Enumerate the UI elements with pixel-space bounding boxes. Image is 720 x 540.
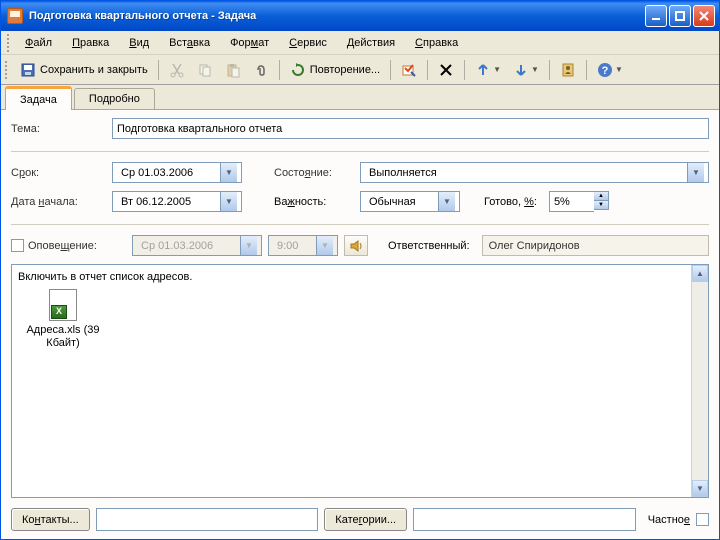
reminder-time-combo: 9:00▼: [268, 235, 338, 256]
priority-combo[interactable]: Обычная▼: [360, 191, 460, 212]
paste-icon: [225, 62, 241, 78]
reminder-label: Оповещение:: [28, 240, 97, 252]
copy-icon: [197, 62, 213, 78]
subject-label: Тема:: [11, 123, 106, 135]
start-date-label: Дата начала:: [11, 196, 106, 208]
toolbar: Сохранить и закрыть Повторение... ▼ ▼ ?▼: [1, 55, 719, 85]
notes-textarea[interactable]: Включить в отчет список адресов. Адреса.…: [11, 264, 709, 498]
arrow-up-icon: [475, 62, 491, 78]
address-book-button[interactable]: [555, 58, 581, 82]
previous-button[interactable]: ▼: [470, 58, 506, 82]
due-date-label: Срок:: [11, 167, 106, 179]
arrow-down-icon: [513, 62, 529, 78]
menu-file[interactable]: Файл: [15, 34, 62, 52]
percent-spinner[interactable]: ▲▼: [594, 191, 609, 210]
recurrence-button[interactable]: Повторение...: [285, 58, 385, 82]
owner-label: Ответственный:: [388, 240, 470, 252]
cut-icon: [169, 62, 185, 78]
delete-icon: [438, 62, 454, 78]
notes-scrollbar[interactable]: ▲ ▼: [691, 265, 708, 497]
contacts-button[interactable]: Контакты...: [11, 508, 90, 531]
cut-button: [164, 58, 190, 82]
help-icon: ?: [597, 62, 613, 78]
percent-complete-input[interactable]: [549, 191, 594, 212]
menu-view[interactable]: Вид: [119, 34, 159, 52]
notes-text: Включить в отчет список адресов.: [18, 271, 702, 283]
svg-text:?: ?: [602, 65, 609, 77]
owner-value: Олег Спиридонов: [482, 235, 709, 256]
attachment-item[interactable]: Адреса.xls (39 Кбайт): [18, 289, 108, 350]
recurrence-icon: [290, 62, 306, 78]
excel-file-icon: [47, 289, 79, 321]
status-combo[interactable]: Выполняется▼: [360, 162, 709, 183]
addressbook-icon: [560, 62, 576, 78]
close-button[interactable]: [693, 5, 715, 27]
menu-edit[interactable]: Правка: [62, 34, 119, 52]
attach-button[interactable]: [248, 58, 274, 82]
minimize-button[interactable]: [645, 5, 667, 27]
start-date-combo[interactable]: Вт 06.12.2005▼: [112, 191, 242, 212]
next-button[interactable]: ▼: [508, 58, 544, 82]
menu-bar: Файл Правка Вид Вставка Формат Сервис Де…: [1, 31, 719, 55]
save-icon: [20, 62, 36, 78]
contacts-field[interactable]: [96, 508, 319, 531]
attachment-filename: Адреса.xls (39 Кбайт): [18, 324, 108, 350]
subject-input[interactable]: [112, 118, 709, 139]
help-button[interactable]: ?▼: [592, 58, 628, 82]
title-bar: Подготовка квартального отчета - Задача: [1, 1, 719, 31]
app-icon: [7, 8, 23, 24]
reminder-date-combo: Ср 01.03.2006▼: [132, 235, 262, 256]
menu-help[interactable]: Справка: [405, 34, 468, 52]
tab-details[interactable]: Подробно: [74, 88, 155, 109]
menu-tools[interactable]: Сервис: [279, 34, 337, 52]
assign-task-button[interactable]: [396, 58, 422, 82]
tab-strip: Задача Подробно: [1, 85, 719, 110]
toolbar-handle[interactable]: [5, 61, 10, 79]
complete-label: Готово, %:: [484, 196, 537, 208]
paperclip-icon: [253, 62, 269, 78]
menu-format[interactable]: Формат: [220, 34, 279, 52]
reminder-checkbox[interactable]: [11, 239, 24, 252]
window-title: Подготовка квартального отчета - Задача: [29, 10, 645, 22]
menu-actions[interactable]: Действия: [337, 34, 405, 52]
save-close-button[interactable]: Сохранить и закрыть: [15, 58, 153, 82]
menu-insert[interactable]: Вставка: [159, 34, 220, 52]
private-checkbox[interactable]: [696, 513, 709, 526]
private-label: Частное: [648, 514, 690, 526]
copy-button: [192, 58, 218, 82]
menu-handle[interactable]: [7, 34, 12, 52]
reminder-sound-button[interactable]: [344, 235, 368, 256]
assign-icon: [401, 62, 417, 78]
priority-label: Важность:: [274, 196, 354, 208]
task-form: Тема: Срок: Ср 01.03.2006▼ Состояние: Вы…: [1, 110, 719, 539]
categories-button[interactable]: Категории...: [324, 508, 407, 531]
due-date-combo[interactable]: Ср 01.03.2006▼: [112, 162, 242, 183]
maximize-button[interactable]: [669, 5, 691, 27]
tab-task[interactable]: Задача: [5, 86, 72, 110]
categories-field[interactable]: [413, 508, 636, 531]
paste-button: [220, 58, 246, 82]
delete-button[interactable]: [433, 58, 459, 82]
status-label: Состояние:: [274, 167, 354, 179]
